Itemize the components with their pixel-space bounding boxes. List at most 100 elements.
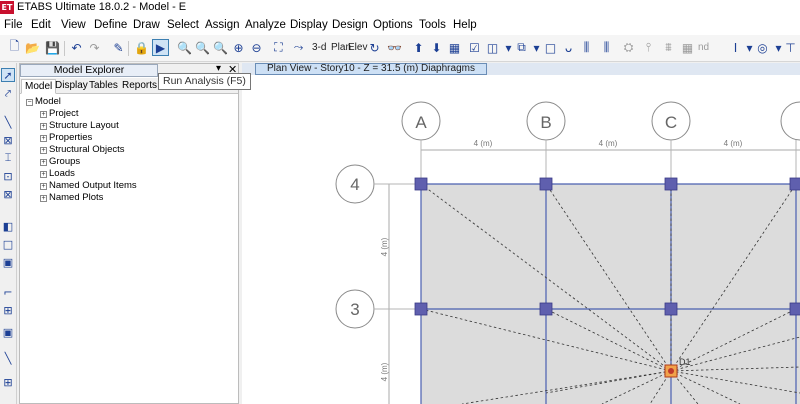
menu-define[interactable]: Define (94, 19, 127, 31)
tab-reports[interactable]: Reports (119, 79, 160, 94)
zoom-restore-icon[interactable]: 🔍 (194, 39, 211, 56)
draw-cross-brace-icon[interactable]: ⊠ (1, 187, 15, 201)
draw-wall-icon[interactable]: ⌐ (1, 285, 15, 299)
draw-dimension-icon[interactable]: ╲ (1, 351, 15, 365)
save-icon[interactable]: 💾 (44, 39, 61, 56)
draw-beam-icon[interactable]: ⊠ (1, 133, 15, 147)
set-building-view-icon[interactable]: ☑ (466, 39, 483, 56)
zoom-all-icon[interactable]: 🔍 (212, 39, 229, 56)
show-frame-forces-icon[interactable]: ⫼ (598, 39, 615, 56)
elevation-view-button[interactable]: Elev (348, 39, 367, 56)
joint-b4[interactable] (539, 177, 553, 191)
draw-wall-stack-icon[interactable]: ⊞ (1, 303, 15, 317)
menu-tools[interactable]: Tools (419, 19, 446, 31)
draw-floor-icon[interactable]: ◧ (1, 219, 15, 233)
tree-item-named-output-items[interactable]: + Named Output Items (26, 180, 137, 192)
grid-bubble-d[interactable] (780, 101, 800, 141)
expand-icon[interactable]: + (40, 111, 47, 118)
tree-item-named-plots[interactable]: + Named Plots (26, 192, 137, 204)
menu-draw[interactable]: Draw (133, 19, 160, 31)
expand-icon[interactable]: + (40, 183, 47, 190)
tab-tables[interactable]: Tables (86, 79, 121, 94)
joint-d4[interactable] (789, 177, 800, 191)
draw-opening-icon[interactable]: ▣ (1, 255, 15, 269)
joint-a3[interactable] (414, 302, 428, 316)
snap-icon[interactable]: ⫯ (640, 39, 657, 56)
menu-options[interactable]: Options (373, 19, 413, 31)
menu-design[interactable]: Design (332, 19, 368, 31)
target-icon[interactable]: ◎ (754, 39, 771, 56)
expand-icon[interactable]: + (40, 147, 47, 154)
pointer-icon[interactable]: ➚ (1, 68, 15, 82)
menu-display[interactable]: Display (290, 19, 328, 31)
snap-grid-icon[interactable]: ⩩ (660, 39, 677, 56)
tree-item-structural-objects[interactable]: + Structural Objects (26, 144, 137, 156)
draw-slab-icon[interactable]: ▣ (1, 325, 15, 339)
joint-b3[interactable] (539, 302, 553, 316)
show-undeformed-icon[interactable]: □ (542, 39, 559, 56)
plan-view-window[interactable]: Plan View - Story10 - Z = 31.5 (m) Diaph… (242, 63, 800, 404)
shrink-objects-icon[interactable]: ◫ (484, 39, 501, 56)
show-deformed-icon[interactable]: ᴗ (560, 39, 577, 56)
menu-edit[interactable]: Edit (31, 19, 51, 31)
pan-icon[interactable]: ⛶ (270, 39, 287, 56)
menu-view[interactable]: View (61, 19, 86, 31)
tree-root[interactable]: − Model (26, 96, 137, 108)
run-analysis-button[interactable]: ▶ (152, 39, 169, 56)
set-display-options-icon[interactable]: ▦ (446, 39, 463, 56)
rubber-band-icon[interactable]: ⤳ (290, 39, 307, 56)
floor-slab[interactable] (421, 184, 800, 404)
grid-display-icon[interactable]: ▦ (679, 39, 696, 56)
rotate-3d-icon[interactable]: ↻ (366, 39, 383, 56)
joint-a4[interactable] (414, 177, 428, 191)
plan-view-canvas[interactable]: 4 (m) 4 (m) 4 (m) 4 (m) 4 (m) A B C 4 3 (242, 75, 800, 404)
draw-line-icon[interactable]: ╲ (1, 115, 15, 129)
menu-file[interactable]: File (4, 19, 23, 31)
expand-icon[interactable]: + (40, 159, 47, 166)
plan-view-tab[interactable]: Plan View - Story10 - Z = 31.5 (m) Diaph… (255, 63, 487, 75)
tree-item-project[interactable]: + Project (26, 108, 137, 120)
tab-model[interactable]: Model (21, 79, 57, 94)
collapse-icon[interactable]: − (26, 99, 33, 106)
expand-icon[interactable]: + (40, 171, 47, 178)
move-down-icon[interactable]: ⬇ (428, 39, 445, 56)
edit-pencil-icon[interactable]: ✎ (110, 39, 127, 56)
expand-icon[interactable]: + (40, 123, 47, 130)
zoom-in-icon[interactable]: ⊕ (230, 39, 247, 56)
draw-grid-icon[interactable]: ⊞ (1, 375, 15, 389)
show-tables-icon[interactable]: ⛭ (620, 39, 637, 56)
diaphragm-center-point[interactable] (664, 364, 678, 378)
draw-column-icon[interactable]: ⌶ (1, 151, 15, 165)
show-forces-icon[interactable]: ⫼ (578, 39, 595, 56)
view-3d-button[interactable]: 3-d (312, 39, 326, 56)
joint-c4[interactable] (664, 177, 678, 191)
open-icon[interactable]: 📂 (24, 39, 41, 56)
redo-icon[interactable]: ↷ (86, 39, 103, 56)
new-model-icon[interactable]: 🗋 (6, 39, 23, 56)
window-title: ETABS Ultimate 18.0.2 - Model - E (17, 1, 187, 13)
tab-display[interactable]: Display (52, 79, 91, 94)
joint-c3[interactable] (664, 302, 678, 316)
tree-item-structure-layout[interactable]: + Structure Layout (26, 120, 137, 132)
zoom-out-icon[interactable]: ⊖ (248, 39, 265, 56)
draw-brace-icon[interactable]: ⊡ (1, 169, 15, 183)
model-explorer-title: Model Explorer (20, 64, 158, 77)
expand-icon[interactable]: + (40, 135, 47, 142)
menu-assign[interactable]: Assign (205, 19, 240, 31)
reshape-icon[interactable]: ⤤ (1, 87, 15, 101)
tree-item-groups[interactable]: + Groups (26, 156, 137, 168)
undo-icon[interactable]: ↶ (68, 39, 85, 56)
move-up-icon[interactable]: ⬆ (410, 39, 427, 56)
joint-d3[interactable] (789, 302, 800, 316)
filter-icon[interactable]: ⊤ (782, 39, 799, 56)
perspective-glasses-icon[interactable]: 👓 (386, 39, 403, 56)
lock-icon[interactable]: 🔒 (133, 39, 150, 56)
zoom-window-icon[interactable]: 🔍 (176, 39, 193, 56)
tree-item-loads[interactable]: + Loads (26, 168, 137, 180)
tree-item-properties[interactable]: + Properties (26, 132, 137, 144)
expand-icon[interactable]: + (40, 195, 47, 202)
menu-analyze[interactable]: Analyze (245, 19, 286, 31)
menu-help[interactable]: Help (453, 19, 477, 31)
draw-rectangle-icon[interactable]: □ (1, 237, 15, 251)
menu-select[interactable]: Select (167, 19, 199, 31)
